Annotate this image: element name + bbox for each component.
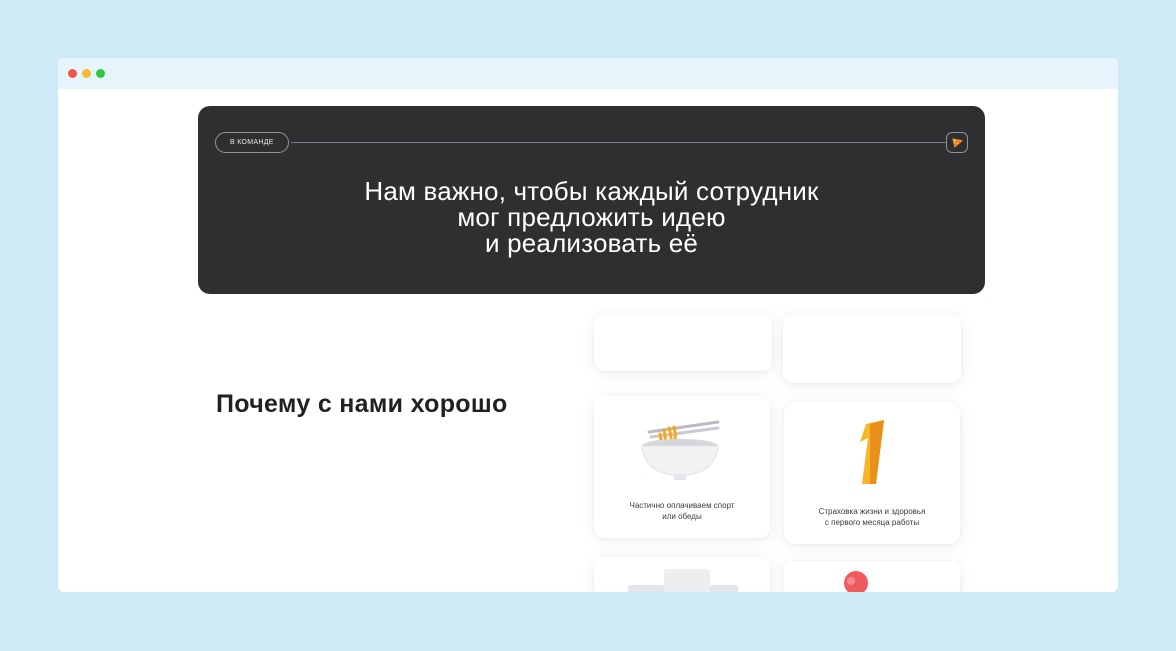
benefit-card-partial-top	[783, 315, 961, 383]
benefit-caption: Частично оплачиваем спорт или обеды	[629, 501, 735, 521]
page-content: В КОМАНДЕ Нам важно, чтобы каждый сотруд…	[58, 89, 1118, 592]
hero-divider-line	[291, 142, 967, 143]
pizza-icon	[951, 138, 963, 149]
window-titlebar	[58, 58, 1118, 89]
benefit-card-partial-bottom	[594, 557, 770, 592]
hero-badge[interactable]	[946, 132, 968, 153]
benefit-card-sport-lunch: Частично оплачиваем спорт или обеды	[594, 396, 770, 538]
hero-banner: В КОМАНДЕ Нам важно, чтобы каждый сотруд…	[198, 106, 985, 294]
benefit-card-partial-top	[594, 315, 772, 371]
hero-tag[interactable]: В КОМАНДЕ	[215, 132, 289, 153]
benefit-card-partial-bottom	[784, 561, 960, 592]
browser-window: В КОМАНДЕ Нам важно, чтобы каждый сотруд…	[58, 58, 1118, 592]
number-one-icon	[860, 420, 884, 484]
maximize-window-button[interactable]	[96, 69, 105, 78]
benefits-title: Почему с нами хорошо	[216, 390, 508, 418]
benefit-caption: Страховка жизни и здоровья с первого мес…	[818, 507, 926, 527]
hero-title: Нам важно, чтобы каждый сотрудник мог пр…	[364, 176, 819, 258]
heart-icon	[844, 571, 868, 592]
close-window-button[interactable]	[68, 69, 77, 78]
box-icon	[628, 569, 738, 592]
benefit-card-insurance: Страховка жизни и здоровья с первого мес…	[784, 402, 960, 544]
minimize-window-button[interactable]	[82, 69, 91, 78]
noodle-bowl-icon	[641, 420, 720, 480]
